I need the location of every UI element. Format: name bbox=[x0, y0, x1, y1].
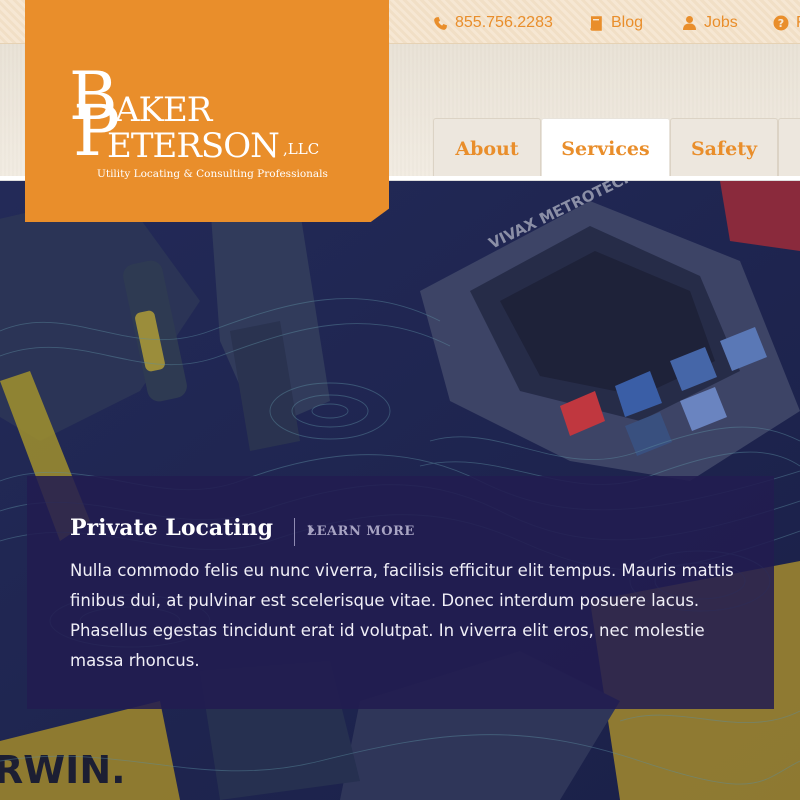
logo-word-baker: AKER bbox=[115, 90, 212, 130]
question-icon: ? bbox=[773, 15, 789, 31]
caption-title: Private Locating bbox=[70, 515, 274, 541]
tab-safety[interactable]: Safety bbox=[670, 118, 778, 180]
tab-about[interactable]: About bbox=[433, 118, 541, 180]
phone-number: 855.756.2283 bbox=[455, 14, 553, 31]
hero-caption: Private Locating LEARN MORE Nulla commod… bbox=[27, 476, 774, 709]
tab-services[interactable]: Services bbox=[541, 118, 670, 180]
phone-icon bbox=[434, 16, 448, 30]
logo-word-peterson: ETERSON bbox=[107, 126, 280, 166]
hero-banner: VIVAX METROTECH RWIN. Private Locating L… bbox=[0, 181, 800, 800]
caption-body: Nulla commodo felis eu nunc viverra, fac… bbox=[70, 561, 734, 670]
help-label: F bbox=[796, 14, 800, 32]
book-icon bbox=[590, 16, 602, 31]
learn-more-link[interactable]: LEARN MORE bbox=[307, 524, 415, 539]
site-logo[interactable]: B P AKER ETERSON ,LLC Utility Locating &… bbox=[25, 0, 389, 222]
jobs-label: Jobs bbox=[704, 14, 738, 31]
blog-link[interactable]: Blog bbox=[588, 12, 643, 34]
caption-divider bbox=[294, 518, 295, 546]
phone-link[interactable]: 855.756.2283 bbox=[433, 12, 553, 34]
blog-label: Blog bbox=[611, 14, 644, 31]
tool-brand: RWIN. bbox=[0, 748, 126, 792]
logo-suffix: ,LLC bbox=[283, 140, 320, 158]
user-icon bbox=[683, 16, 696, 30]
learn-more-label: LEARN MORE bbox=[307, 524, 415, 539]
tab-next[interactable] bbox=[778, 118, 800, 180]
chevron-right-icon bbox=[307, 524, 315, 536]
svg-text:?: ? bbox=[778, 17, 784, 30]
logo-tagline: Utility Locating & Consulting Profession… bbox=[97, 168, 328, 180]
help-link[interactable]: ? F bbox=[773, 12, 800, 34]
jobs-link[interactable]: Jobs bbox=[682, 12, 738, 34]
